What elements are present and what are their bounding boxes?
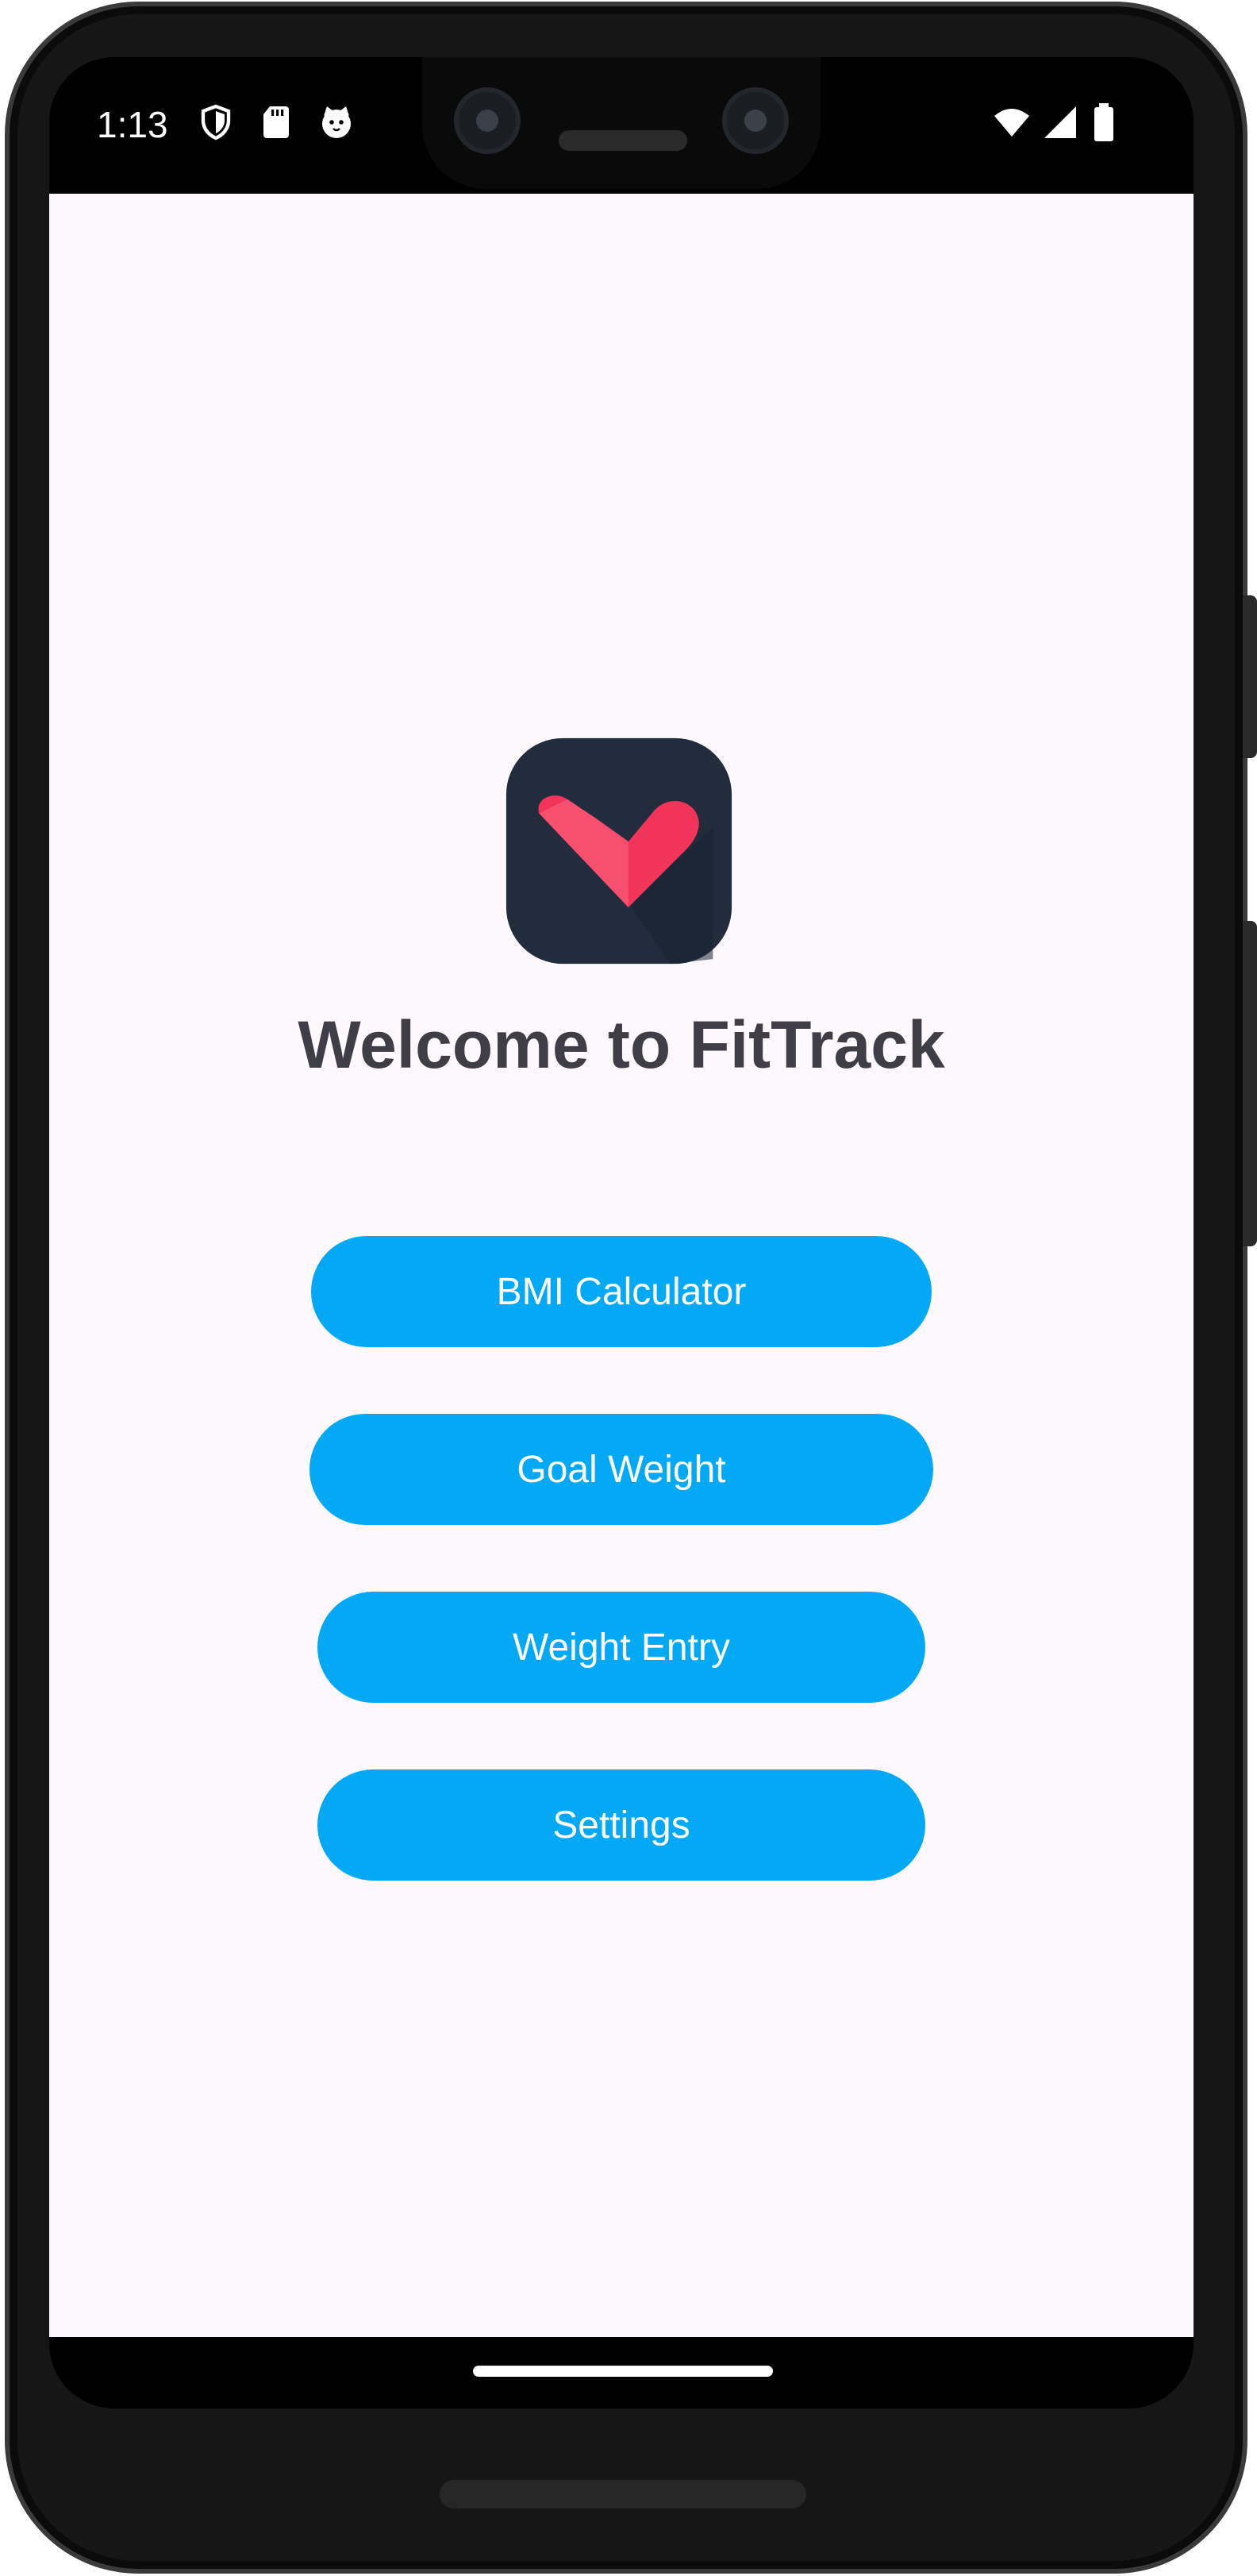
earpiece-speaker [559,130,687,151]
volume-button [1243,921,1257,1246]
shield-icon [201,104,231,141]
power-button [1243,595,1257,758]
screen: 1:13 Welcome to FitTrack BMI Calculator … [49,57,1194,2409]
front-sensor [722,87,789,154]
settings-button[interactable]: Settings [317,1769,925,1881]
goal-weight-button[interactable]: Goal Weight [309,1414,933,1525]
signal-icon [1044,106,1076,138]
wifi-icon [994,109,1029,137]
weight-entry-button[interactable]: Weight Entry [317,1592,925,1703]
front-camera [454,87,521,154]
camera-notch [422,57,821,189]
sd-card-icon [263,106,289,138]
status-bar: 1:13 [49,57,1194,194]
bmi-calculator-button[interactable]: BMI Calculator [311,1236,932,1347]
home-gesture-handle[interactable] [473,2366,773,2377]
navigation-bar [49,2337,1194,2409]
status-time: 1:13 [97,104,168,145]
battery-icon [1094,103,1113,141]
phone-frame: 1:13 Welcome to FitTrack BMI Calculator … [0,0,1257,2576]
home-screen: Welcome to FitTrack BMI Calculator Goal … [49,194,1194,2337]
page-title: Welcome to FitTrack [298,1007,945,1082]
bottom-speaker [440,2480,806,2509]
fittrack-logo [505,737,732,965]
cat-face-icon [322,106,351,138]
